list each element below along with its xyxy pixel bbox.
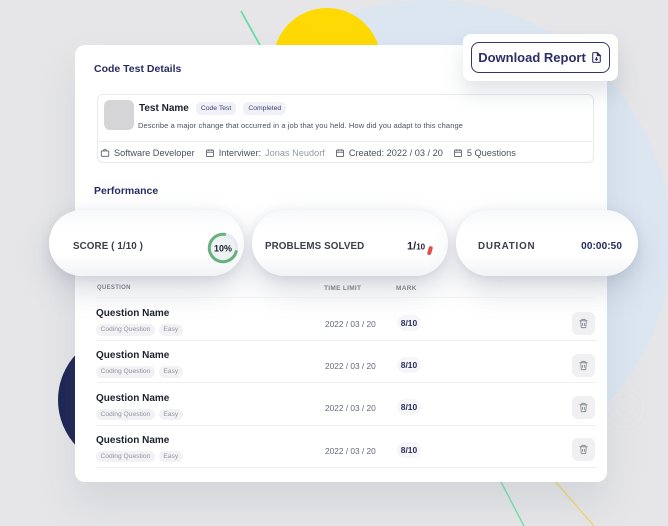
svg-text:10%: 10% [214,244,232,254]
